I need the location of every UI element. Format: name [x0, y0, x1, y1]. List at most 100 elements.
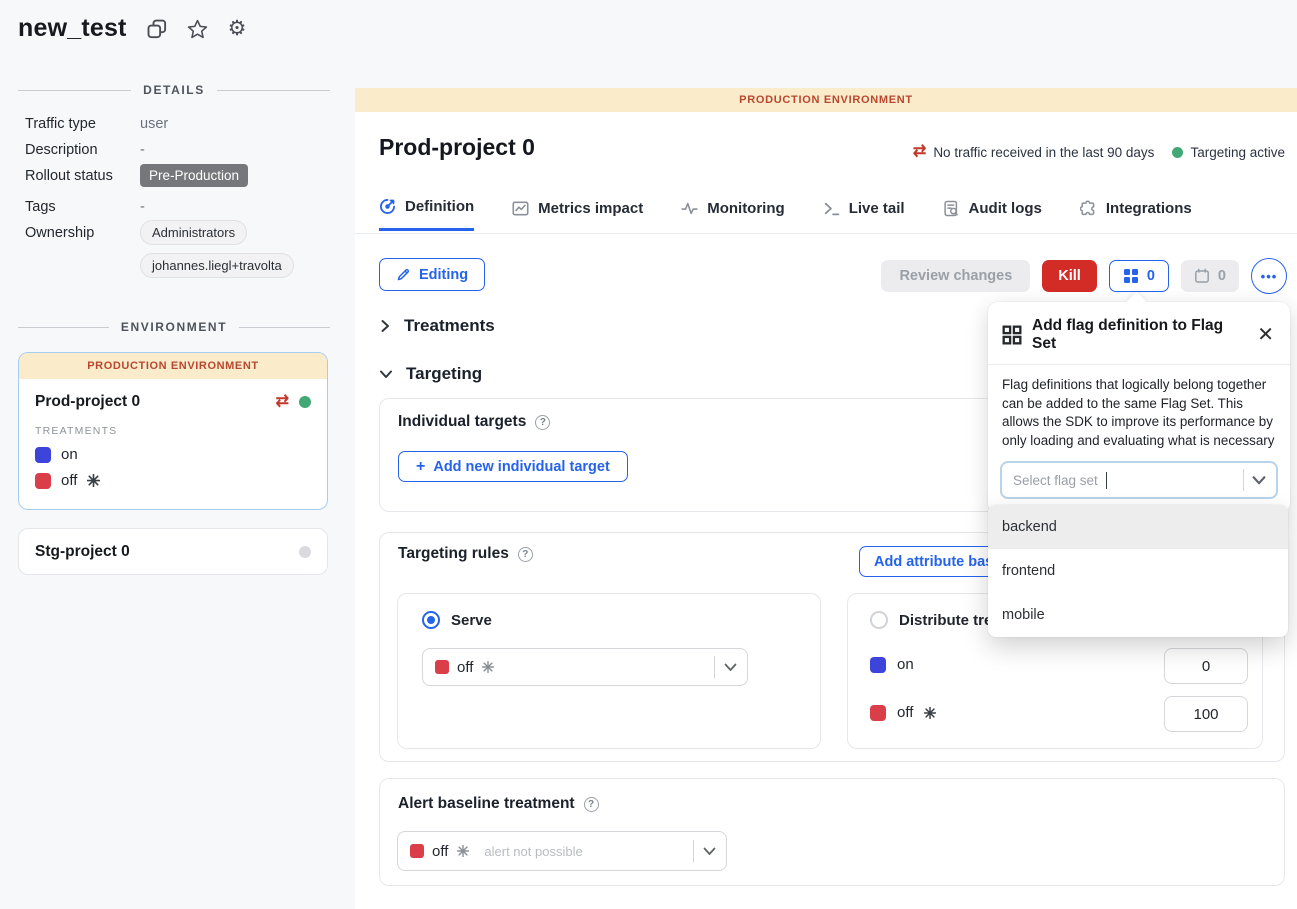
tags-value: - [140, 199, 145, 215]
production-environment-banner: PRODUCTION ENVIRONMENT [355, 88, 1297, 112]
chevron-down-icon [379, 368, 393, 380]
tab-definition[interactable]: Definition [379, 198, 474, 231]
star-icon[interactable] [187, 19, 208, 39]
pulse-icon [681, 200, 698, 217]
gear-icon[interactable]: ⚙ [228, 16, 247, 41]
calendar-icon [1194, 268, 1210, 284]
tab-audit-logs[interactable]: Audit logs [943, 198, 1042, 231]
targeting-section-toggle[interactable]: Targeting [379, 364, 482, 384]
select-divider [714, 656, 715, 678]
help-icon[interactable]: ? [584, 797, 599, 812]
add-individual-target-label: Add new individual target [433, 459, 609, 475]
tags-label: Tags [25, 199, 56, 215]
distribute-off-input[interactable]: 100 [1164, 696, 1248, 732]
environment-section-header: ENVIRONMENT [18, 320, 330, 334]
tab-integrations[interactable]: Integrations [1080, 198, 1192, 231]
distribute-radio[interactable] [870, 611, 888, 629]
distribute-on-label: on [897, 656, 914, 673]
environment-header-label: ENVIRONMENT [121, 320, 227, 334]
schedule-count: 0 [1218, 268, 1226, 284]
tabs-divider [355, 233, 1297, 234]
option-backend[interactable]: backend [988, 505, 1288, 549]
status-row: ⇄ No traffic received in the last 90 day… [913, 144, 1285, 160]
option-label: frontend [1002, 563, 1055, 579]
alert-not-possible-hint: alert not possible [484, 844, 582, 859]
distribute-on-input[interactable]: 0 [1164, 648, 1248, 684]
treatment-off-swatch [410, 844, 424, 858]
plus-icon: + [416, 458, 425, 476]
help-icon[interactable]: ? [518, 547, 533, 562]
traffic-status: ⇄ No traffic received in the last 90 day… [913, 144, 1155, 160]
kill-button[interactable]: Kill [1042, 260, 1097, 292]
tab-metrics-impact[interactable]: Metrics impact [512, 198, 643, 231]
treatments-section-toggle[interactable]: Treatments [379, 316, 495, 336]
targeting-status: Targeting active [1172, 145, 1285, 160]
copy-icon[interactable] [147, 19, 167, 39]
owner-pill-user[interactable]: johannes.liegl+travolta [140, 253, 294, 278]
flag-set-grid-icon [1002, 325, 1022, 345]
alert-baseline-value: off [432, 843, 448, 860]
environment-card-staging[interactable]: Stg-project 0 [18, 528, 328, 575]
treatment-off-row: off [35, 472, 327, 489]
tab-label: Integrations [1106, 200, 1192, 217]
page-title: Prod-project 0 [379, 134, 535, 161]
review-changes-button[interactable]: Review changes [881, 260, 1030, 292]
chevron-down-icon [1252, 475, 1266, 486]
treatment-off-label: off [61, 472, 77, 489]
select-divider [1243, 469, 1244, 491]
popup-title: Add flag definition to Flag Set [1032, 317, 1245, 353]
default-treatment-asterisk-icon [924, 707, 936, 719]
treatment-on-swatch [870, 657, 886, 673]
serve-rule-card: Serve off [397, 593, 821, 749]
treatment-off-swatch [35, 473, 51, 489]
environment-card-production[interactable]: PRODUCTION ENVIRONMENT Prod-project 0 ⇄ … [18, 352, 328, 510]
distribute-off-row: off [870, 704, 936, 721]
text-cursor [1106, 472, 1108, 489]
targeting-section-label: Targeting [406, 364, 482, 384]
targeting-active-dot [299, 396, 311, 408]
serve-radio[interactable] [422, 611, 440, 629]
help-icon[interactable]: ? [535, 415, 550, 430]
option-frontend[interactable]: frontend [988, 549, 1288, 593]
select-flag-set-input[interactable]: Select flag set [1000, 461, 1278, 499]
traffic-status-text: No traffic received in the last 90 days [933, 145, 1154, 160]
option-mobile[interactable]: mobile [988, 593, 1288, 637]
close-icon[interactable]: ✕ [1255, 325, 1276, 345]
treatment-on-swatch [35, 447, 51, 463]
alert-baseline-select[interactable]: off alert not possible [397, 831, 727, 871]
environment-name: Prod-project 0 [35, 393, 140, 411]
tab-bar: Definition Metrics impact Monitoring [379, 198, 1192, 231]
treatment-off-swatch [435, 660, 449, 674]
tab-monitoring[interactable]: Monitoring [681, 198, 784, 231]
flag-sets-count: 0 [1147, 268, 1155, 284]
option-label: mobile [1002, 607, 1045, 623]
flag-set-grid-icon [1123, 268, 1139, 284]
add-individual-target-button[interactable]: + Add new individual target [398, 451, 628, 482]
toolbar-right: Review changes Kill 0 0 ••• [881, 258, 1287, 294]
flag-sets-button[interactable]: 0 [1109, 260, 1169, 292]
default-treatment-asterisk-icon [482, 661, 494, 673]
schedule-button[interactable]: 0 [1181, 260, 1239, 292]
popup-description: Flag definitions that logically belong t… [988, 365, 1290, 452]
no-traffic-icon: ⇄ [276, 394, 289, 410]
tab-live-tail[interactable]: Live tail [823, 198, 905, 231]
description-label: Description [25, 142, 98, 158]
individual-targets-title: Individual targets [398, 413, 526, 431]
serve-treatment-select[interactable]: off [422, 648, 748, 686]
details-header-label: DETAILS [143, 83, 205, 97]
owner-pill-administrators[interactable]: Administrators [140, 220, 247, 245]
description-value: - [140, 142, 145, 158]
traffic-type-label: Traffic type [25, 116, 96, 132]
editing-button[interactable]: Editing [379, 258, 485, 291]
review-changes-label: Review changes [899, 268, 1012, 284]
more-actions-button[interactable]: ••• [1251, 258, 1287, 294]
tab-label: Metrics impact [538, 200, 643, 217]
rollout-status-label: Rollout status [25, 168, 113, 184]
default-treatment-asterisk-icon [457, 845, 469, 857]
environment-name: Stg-project 0 [35, 543, 130, 561]
distribute-off-value: 100 [1193, 706, 1218, 723]
metrics-chart-icon [512, 200, 529, 217]
kill-button-label: Kill [1058, 268, 1081, 284]
tab-label: Monitoring [707, 200, 784, 217]
flag-name-title: new_test [18, 14, 127, 43]
